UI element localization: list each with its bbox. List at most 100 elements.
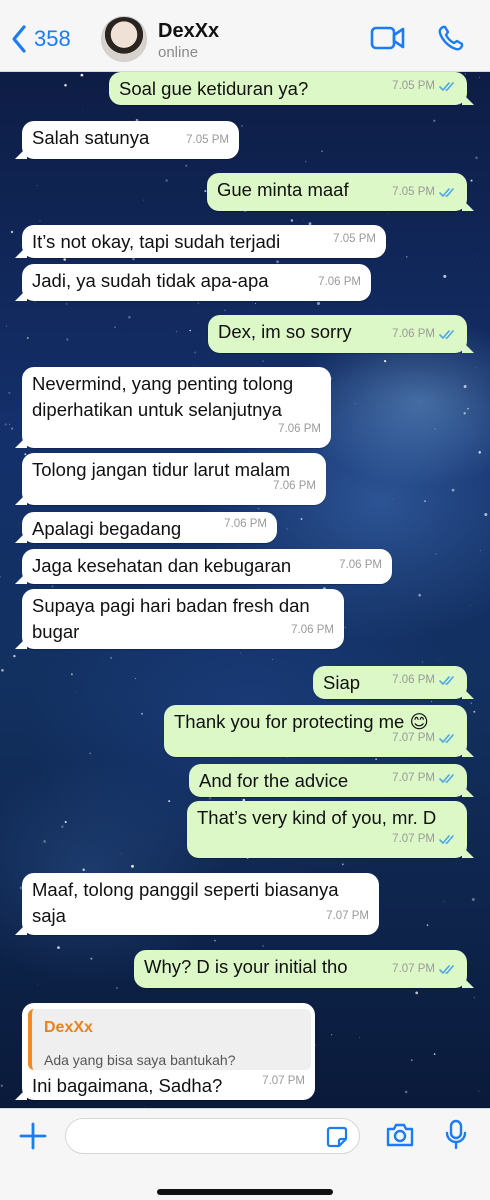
avatar[interactable] [101,16,147,62]
star [475,156,478,160]
star [316,301,321,305]
incoming-message[interactable]: Jadi, ya sudah tidak apa-apa 7.06 PM [22,264,371,301]
outgoing-message[interactable]: Gue minta maaf 7.05 PM [207,173,467,211]
star [110,656,113,659]
outgoing-message[interactable]: Thank you for protecting me 😊 7.07 PM [164,705,467,757]
star [208,796,212,800]
outgoing-message[interactable]: Why? D is your initial tho 7.07 PM [134,950,467,988]
star [39,220,41,222]
star [143,1106,145,1107]
star [66,338,69,341]
message-time: 7.06 PM [392,328,435,340]
message-meta: 7.07 PM [392,956,457,982]
contact-name[interactable]: DexXx [158,20,219,43]
incoming-message[interactable]: Supaya pagi hari badan fresh dan bugar 7.… [22,589,344,649]
read-ticks-icon [439,733,454,743]
message-meta: 7.07 PM [326,903,369,929]
message-meta: 7.06 PM [318,269,361,295]
message-time: 7.06 PM [318,276,361,288]
message-time: 7.07 PM [392,732,435,744]
message-meta: 7.07 PM [392,826,457,852]
star [406,256,408,258]
star [114,326,116,328]
message-time: 7.06 PM [339,559,382,571]
star [258,508,260,510]
back-button[interactable]: 358 [10,24,71,54]
star [331,1034,333,1036]
star [57,946,60,949]
incoming-message[interactable]: Apalagi begadang 7.06 PM [22,512,277,543]
outgoing-message[interactable]: Soal gue ketiduran ya? 7.05 PM [109,72,467,105]
star [464,73,467,75]
star [9,423,11,425]
outgoing-message[interactable]: Siap 7.06 PM [313,666,467,699]
star [418,593,422,597]
star [239,652,241,654]
message-text: It’s not okay, tapi sudah terjadi [32,231,281,252]
sticker-icon[interactable] [325,1125,349,1149]
incoming-message[interactable]: Maaf, tolong panggil seperti biasanya sa… [22,873,379,935]
message-meta: 7.07 PM [392,725,457,751]
star [128,315,131,319]
message-input[interactable] [65,1118,360,1154]
star [165,179,168,182]
incoming-message[interactable]: DexXx Ada yang bisa saya bantukah? Ini bag… [22,1003,315,1100]
unread-count: 358 [34,26,71,51]
star [36,184,38,187]
star [82,110,84,112]
read-ticks-icon [439,773,454,783]
message-time: 7.05 PM [392,80,435,92]
outgoing-message[interactable]: Dex, im so sorry 7.06 PM [208,315,467,353]
incoming-message[interactable]: Nevermind, yang penting tolong diperhati… [22,367,331,448]
incoming-message[interactable]: Salah satunya 7.05 PM [22,121,239,159]
star [6,325,8,327]
star [421,661,424,663]
star [437,660,439,662]
star [1,669,4,672]
star [286,528,288,530]
incoming-message[interactable]: Tolong jangan tidur larut malam 7.06 PM [22,453,326,505]
star [480,550,482,551]
star [64,83,67,87]
star [443,274,447,278]
quoted-message[interactable]: DexXx Ada yang bisa saya bantukah? [28,1009,311,1070]
camera-icon[interactable] [385,1121,415,1149]
read-ticks-icon [439,187,454,197]
chat-area[interactable]: Soal gue ketiduran ya? 7.05 PM Salah satun… [0,72,490,1108]
star [8,391,11,394]
plus-icon[interactable] [18,1121,48,1151]
message-text: Jaga kesehatan dan kebugaran [32,555,292,576]
message-meta: 7.05 PM [333,226,376,252]
read-ticks-icon [439,329,454,339]
phone-icon[interactable] [437,24,465,52]
star [470,702,472,704]
star [431,701,433,702]
outgoing-message[interactable]: That’s very kind of you, mr. D 7.07 PM [187,801,467,858]
star [463,412,466,415]
star [467,407,469,410]
message-meta: 7.05 PM [392,73,457,99]
incoming-message[interactable]: It’s not okay, tapi sudah terjadi 7.05 PM [22,225,386,258]
star [189,329,191,332]
chevron-left-icon [12,25,26,53]
star [13,654,16,658]
microphone-icon[interactable] [444,1119,468,1151]
star [134,678,136,679]
outgoing-message[interactable]: And for the advice 7.07 PM [189,764,467,797]
video-camera-icon[interactable] [370,24,406,52]
incoming-message[interactable]: Jaga kesehatan dan kebugaran 7.06 PM [22,549,392,584]
star [303,219,304,221]
message-time: 7.06 PM [273,480,316,492]
message-time: 7.05 PM [392,186,435,198]
star [476,367,477,369]
message-time: 7.07 PM [392,772,435,784]
star [471,897,475,902]
message-time: 7.06 PM [291,624,334,636]
star [70,673,73,676]
star [433,119,436,122]
message-time: 7.05 PM [333,233,376,245]
star [354,403,356,404]
star [314,1044,316,1046]
star [175,330,178,333]
star [241,125,243,127]
